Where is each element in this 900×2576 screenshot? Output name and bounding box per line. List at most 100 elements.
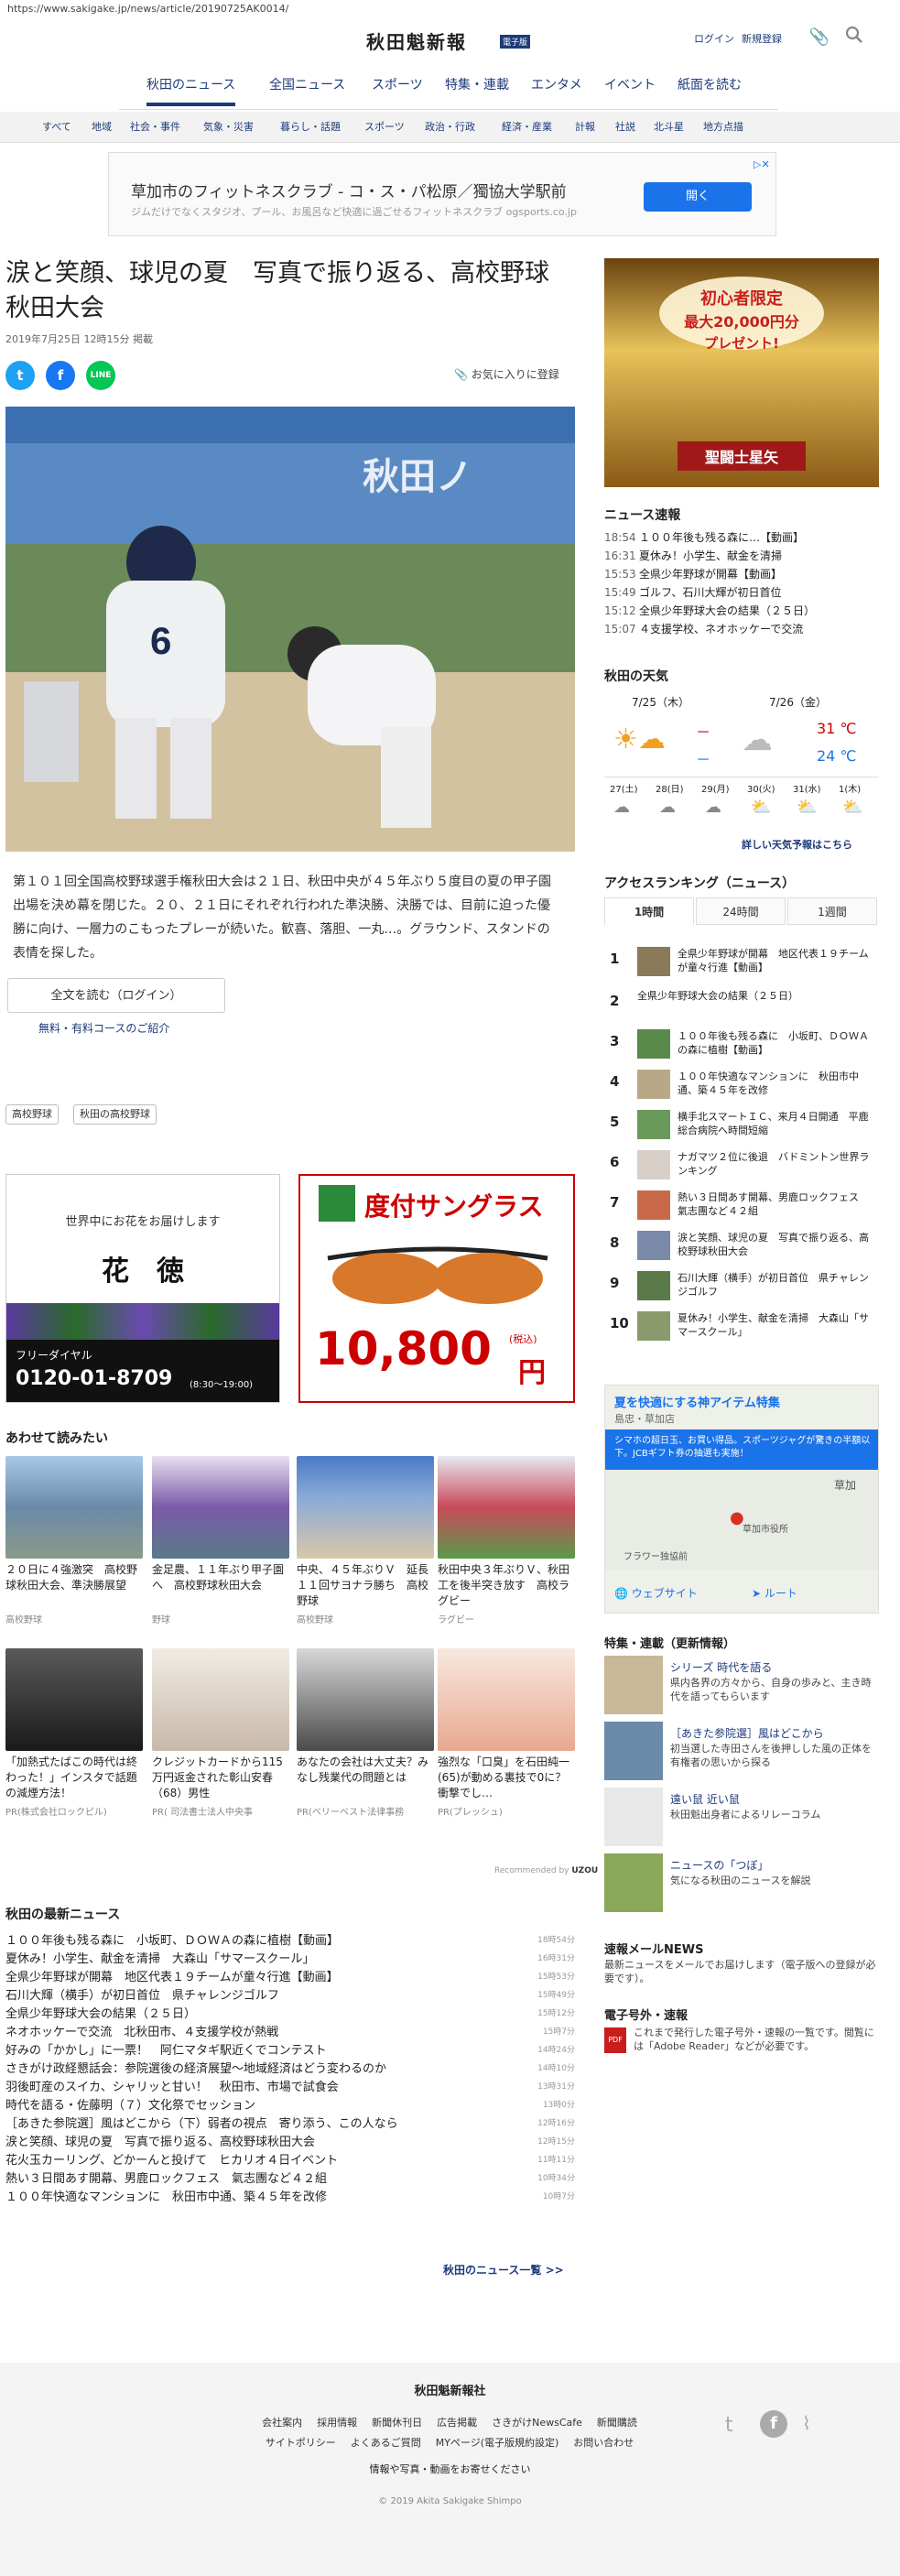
footer-link[interactable]: 新聞休刊日 — [372, 2415, 422, 2429]
tab-24hours[interactable]: 24時間 — [696, 897, 786, 925]
extra-heading[interactable]: 電子号外・速報 — [604, 2005, 688, 2023]
twitter-icon[interactable]: t — [725, 2414, 733, 2437]
feature-item[interactable]: シリーズ 時代を語る 県内各界の方々から、自身の歩みと、主き時代を語ってもらいます — [604, 1656, 879, 1720]
footer-link[interactable]: 新聞購読 — [597, 2415, 637, 2429]
rss-icon[interactable]: ⌇ — [802, 2412, 811, 2434]
related-item[interactable]: 秋田中央３年ぶりＶ、秋田工を後半突き放す 高校ラグビー ラグビー — [438, 1456, 575, 1625]
facebook-share-icon[interactable]: f — [46, 361, 75, 390]
related-item[interactable]: ２０日に４強激突 高校野球秋田大会、準決勝展望 高校野球 — [5, 1456, 143, 1625]
related-item[interactable]: 金足農、１１年ぶり甲子園へ 高校野球秋田大会 野球 — [152, 1456, 289, 1625]
ranking-item[interactable]: 6 ナガマツ２位に後退 バドミントン世界ランキング — [604, 1145, 879, 1185]
related-item[interactable]: 「加熱式たばこの時代は終わった！」インスタで話題の減煙方法！ PR(株式会社ロッ… — [5, 1648, 143, 1818]
subnav-local[interactable]: 地方点描 — [703, 119, 743, 134]
nav-national-news[interactable]: 全国ニュース — [269, 75, 345, 93]
top-ad[interactable]: 草加市のフィットネスクラブ - コ・ス・パ松原／獨協大学駅前 ジムだけでなくスタ… — [108, 152, 776, 236]
adchoices-icon[interactable]: ▷✕ — [754, 158, 770, 170]
latest-news-item[interactable]: 全県少年野球大会の結果（２５日） 15時12分 — [5, 2004, 575, 2022]
search-icon[interactable] — [842, 26, 866, 49]
ranking-item[interactable]: 7 熱い３日間あす開幕、男鹿ロックフェス 氣志團など４２組 — [604, 1185, 879, 1225]
subnav-society[interactable]: 社会・事件 — [130, 119, 180, 134]
latest-news-item[interactable]: 夏休み！小学生、献金を清掃 大森山「サマースクール」 16時31分 — [5, 1949, 575, 1967]
map-route-button[interactable]: ➤ ルート — [752, 1580, 871, 1607]
subnav-economy[interactable]: 経済・産業 — [502, 119, 552, 134]
ranking-item[interactable]: 9 石川大輝（横手）が初日首位 県チャレンジゴルフ — [604, 1266, 879, 1306]
nav-paper[interactable]: 紙面を読む — [678, 75, 742, 93]
subnav-region[interactable]: 地域 — [92, 119, 112, 134]
plans-link[interactable]: 無料・有料コースのご紹介 — [38, 1020, 169, 1036]
related-item[interactable]: 強烈な「口臭」を石田純一(65)が動める裏技で0に？衝撃でし… PR(プレッシュ… — [438, 1648, 575, 1818]
line-share-icon[interactable]: LINE — [86, 361, 115, 390]
brief-item[interactable]: 15:53 全県少年野球が開幕【動画】 — [604, 566, 879, 584]
footer-link[interactable]: MYページ(電子版規約設定) — [436, 2435, 559, 2450]
latest-news-item[interactable]: １００年後も残る森に 小坂町、ＤＯＷＡの森に植樹【動画】 18時54分 — [5, 1930, 575, 1949]
related-item[interactable]: クレジットカードから115万円返金された彰山安春（68）男性 PR( 司法書士法… — [152, 1648, 289, 1818]
latest-news-item[interactable]: ネオホッケーで交流 北秋田市、４支援学校が熱戦 15時7分 — [5, 2022, 575, 2040]
nav-entertainment[interactable]: エンタメ — [531, 75, 582, 93]
site-logo[interactable]: 秋田魁新報 — [366, 27, 467, 54]
ranking-item[interactable]: 10 夏休み！小学生、献金を清掃 大森山「サマースクール」 — [604, 1306, 879, 1346]
register-link[interactable]: 新規登録 — [742, 29, 782, 49]
subnav-politics[interactable]: 政治・行政 — [425, 119, 475, 134]
twitter-share-icon[interactable]: t — [5, 361, 35, 390]
footer-link[interactable]: よくあるご質問 — [351, 2435, 421, 2450]
ranking-item[interactable]: 8 涙と笑顔、球児の夏 写真で振り返る、高校野球秋田大会 — [604, 1225, 879, 1266]
footer-link[interactable]: さきがけNewsCafe — [492, 2415, 582, 2429]
nav-akita-news[interactable]: 秋田のニュース — [146, 75, 236, 106]
latest-news-item[interactable]: さきがけ政経懇話会：参院選後の経済展望〜地域経済はどう変わるのか 14時10分 — [5, 2059, 575, 2077]
weather-more-link[interactable]: 詳しい天気予報はこちら — [742, 837, 852, 852]
login-link[interactable]: ログイン — [694, 29, 734, 49]
brief-item[interactable]: 15:07 ４支援学校、ネオホッケーで交流 — [604, 621, 879, 639]
tag-high-school-baseball[interactable]: 高校野球 — [5, 1104, 59, 1125]
footer-link[interactable]: 会社案内 — [262, 2415, 302, 2429]
latest-news-item[interactable]: 熱い３日間あす開幕、男鹿ロックフェス 氣志團など４２組 10時34分 — [5, 2168, 575, 2187]
footer-link[interactable]: 採用情報 — [317, 2415, 357, 2429]
map-website-button[interactable]: 🌐 ウェブサイト — [614, 1580, 733, 1607]
top-ad-open-button[interactable]: 開く — [644, 182, 752, 212]
ranking-item[interactable]: 3 １００年後も残る森に 小坂町、ＤＯＷＡの森に植樹【動画】 — [604, 1024, 879, 1064]
sidebar-game-ad[interactable]: 初心者限定 最大20,000円分 プレゼント! 聖闘士星矢 — [604, 258, 879, 487]
subnav-obituary[interactable]: 計報 — [575, 119, 595, 134]
latest-news-item[interactable]: 花火玉カーリング、どかーんと投げて ヒカリオ４日イベント 11時11分 — [5, 2150, 575, 2168]
ranking-item[interactable]: 5 横手北スマートＩＣ、来月４日開通 平鹿総合病院へ時間短縮 — [604, 1104, 879, 1145]
store-map-ad[interactable]: 夏を快適にする神アイテム特集 島忠・草加店 シマホの超日玉、お買い得品。スポーツ… — [604, 1385, 879, 1614]
latest-news-more-link[interactable]: 秋田のニュース一覧 >> — [443, 2262, 564, 2277]
latest-news-item[interactable]: ［あきた参院選］風はどこから（下）弱者の視点 寄り添う、この人なら 12時16分 — [5, 2114, 575, 2132]
ranking-item[interactable]: 4 １００年快適なマンションに 秋田市中通、築４５年を改修 — [604, 1064, 879, 1104]
tab-1hour[interactable]: 1時間 — [604, 897, 694, 925]
facebook-icon[interactable]: f — [760, 2410, 787, 2438]
recommended-by[interactable]: Recommended by UZOU — [494, 1866, 598, 1875]
latest-news-item[interactable]: 涙と笑顔、球児の夏 写真で振り返る、高校野球秋田大会 12時15分 — [5, 2132, 575, 2150]
tab-1week[interactable]: 1週間 — [787, 897, 877, 925]
read-full-button[interactable]: 全文を読む（ログイン） — [7, 978, 225, 1013]
subnav-weather[interactable]: 気象・災害 — [203, 119, 254, 134]
tag-akita-high-school-baseball[interactable]: 秋田の高校野球 — [73, 1104, 157, 1125]
latest-news-item[interactable]: １００年快適なマンションに 秋田市中通、築４５年を改修 10時7分 — [5, 2187, 575, 2205]
brief-item[interactable]: 18:54 １００年後も残る森に…【動画】 — [604, 529, 879, 548]
latest-news-item[interactable]: 好みの「かかし」に一票！ 阿仁マタギ駅近くでコンテスト 14時24分 — [5, 2040, 575, 2059]
footer-submit-link[interactable]: 情報や写真・動画をお寄せください — [0, 2462, 900, 2476]
paperclip-icon[interactable]: 📎 — [808, 26, 831, 49]
article-photo[interactable]: 秋田ノ 6 — [5, 407, 575, 852]
nav-events[interactable]: イベント — [604, 75, 656, 93]
brief-item[interactable]: 15:12 全県少年野球大会の結果（２５日） — [604, 603, 879, 621]
feature-item[interactable]: ニュースの「つぼ」 気になる秋田のニュースを解説 — [604, 1853, 879, 1918]
sunglasses-ad[interactable]: 度付サングラス 10,800 (税込) 円 — [298, 1174, 575, 1403]
feature-item[interactable]: 遠い鼠 近い鼠 秋田魁出身者によるリレーコラム — [604, 1788, 879, 1852]
weather-widget[interactable]: 7/25（木） 7/26（金） ☀☁ － － ☁ 31 ℃ 24 ℃ 27(土)… — [604, 685, 879, 859]
footer-link[interactable]: お問い合わせ — [573, 2435, 634, 2450]
mail-heading[interactable]: 速報メールNEWS — [604, 1940, 703, 1957]
ranking-item[interactable]: 1 全県少年野球が開幕 地区代表１９チームが童々行進【動画】 — [604, 941, 879, 982]
feature-item[interactable]: ［あきた参院選］風はどこから 初当選した寺田さんを後押しした風の正体を有権者の思い… — [604, 1722, 879, 1786]
subnav-editorial[interactable]: 社説 — [615, 119, 635, 134]
related-item[interactable]: あなたの会社は大丈夫？みなし残業代の問題とは PR(ベリーベスト法律事務 — [297, 1648, 434, 1818]
favorite-button[interactable]: 📎 お気に入りに登録 — [454, 366, 559, 382]
latest-news-item[interactable]: 石川大輝（横手）が初日首位 県チャレンジゴルフ 15時49分 — [5, 1985, 575, 2004]
subnav-all[interactable]: すべて — [42, 119, 71, 134]
latest-news-item[interactable]: 羽後町産のスイカ、シャリッと甘い！ 秋田市、市場で試食会 13時31分 — [5, 2077, 575, 2095]
footer-link[interactable]: サイトポリシー — [266, 2435, 336, 2450]
brief-item[interactable]: 16:31 夏休み！小学生、献金を清掃 — [604, 548, 879, 566]
nav-features[interactable]: 特集・連載 — [445, 75, 509, 93]
flower-shop-ad[interactable]: 世界中にお花をお届けします 花 徳 フリーダイヤル 0120-01-8709 (… — [5, 1174, 280, 1403]
brief-item[interactable]: 15:49 ゴルフ、石川大輝が初日首位 — [604, 584, 879, 603]
footer-link[interactable]: 広告掲載 — [437, 2415, 477, 2429]
